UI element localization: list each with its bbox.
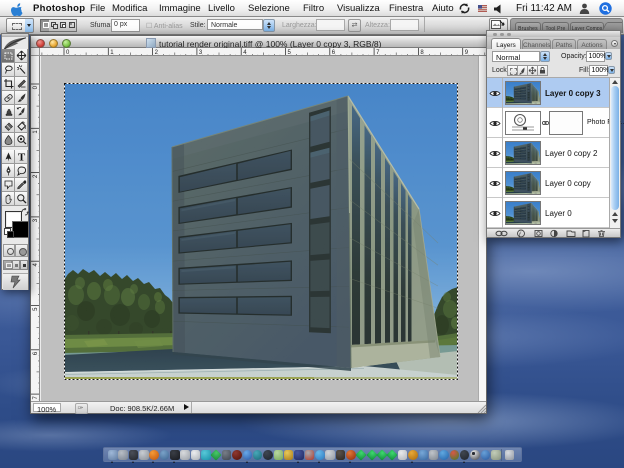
svg-text:T: T <box>17 151 25 163</box>
svg-text:3: 3 <box>33 218 39 222</box>
svg-text:6: 6 <box>33 351 39 355</box>
svg-text:4: 4 <box>33 263 39 267</box>
svg-text:7: 7 <box>33 395 39 399</box>
svg-text:5: 5 <box>33 307 39 311</box>
svg-text:2: 2 <box>33 174 39 178</box>
svg-text:0: 0 <box>33 85 39 89</box>
svg-text:1: 1 <box>33 130 39 134</box>
